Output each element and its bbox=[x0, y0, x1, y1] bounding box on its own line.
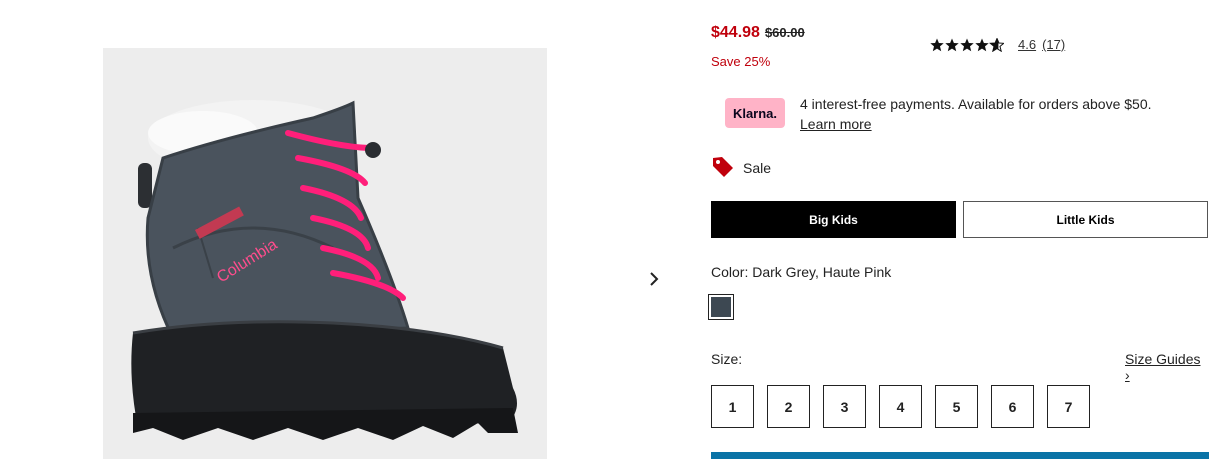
size-option-7[interactable]: 7 bbox=[1047, 385, 1090, 428]
klarna-message-block: 4 interest-free payments. Available for … bbox=[800, 94, 1152, 134]
size-label: Size: bbox=[711, 351, 743, 367]
klarna-message: 4 interest-free payments. Available for … bbox=[800, 96, 1152, 112]
sale-tag-icon bbox=[711, 155, 735, 179]
size-option-1[interactable]: 1 bbox=[711, 385, 754, 428]
price-row: $44.98 $60.00 bbox=[711, 24, 805, 42]
product-image[interactable]: Columbia bbox=[103, 48, 547, 459]
add-to-bag-button[interactable] bbox=[711, 452, 1209, 459]
size-option-3[interactable]: 3 bbox=[823, 385, 866, 428]
size-option-2[interactable]: 2 bbox=[767, 385, 810, 428]
size-guides-link[interactable]: Size Guides › bbox=[1125, 351, 1209, 383]
chevron-right-icon bbox=[650, 272, 659, 286]
color-swatch-dark-grey[interactable] bbox=[708, 294, 734, 320]
rating-value[interactable]: 4.6 bbox=[1018, 37, 1036, 52]
sale-price: $44.98 bbox=[711, 24, 760, 41]
klarna-logo: Klarna. bbox=[725, 98, 785, 128]
sale-label: Sale bbox=[743, 160, 772, 176]
rating-summary[interactable]: 4.6 (17) bbox=[930, 37, 1065, 52]
savings-text: Save 25% bbox=[711, 54, 771, 69]
tab-little-kids[interactable]: Little Kids bbox=[963, 201, 1208, 238]
color-label: Color: Dark Grey, Haute Pink bbox=[711, 264, 892, 280]
klarna-learn-more-link[interactable]: Learn more bbox=[800, 114, 1152, 134]
color-swatch-fill bbox=[711, 297, 731, 317]
next-image-arrow[interactable] bbox=[640, 262, 668, 296]
boot-illustration: Columbia bbox=[103, 48, 547, 459]
size-option-4[interactable]: 4 bbox=[879, 385, 922, 428]
tab-big-kids[interactable]: Big Kids bbox=[711, 201, 956, 238]
star-rating-icons bbox=[930, 37, 1004, 52]
star-icon-row bbox=[930, 37, 1004, 52]
review-count-link[interactable]: (17) bbox=[1042, 37, 1065, 52]
original-price: $60.00 bbox=[764, 25, 805, 40]
size-option-5[interactable]: 5 bbox=[935, 385, 978, 428]
size-option-6[interactable]: 6 bbox=[991, 385, 1034, 428]
